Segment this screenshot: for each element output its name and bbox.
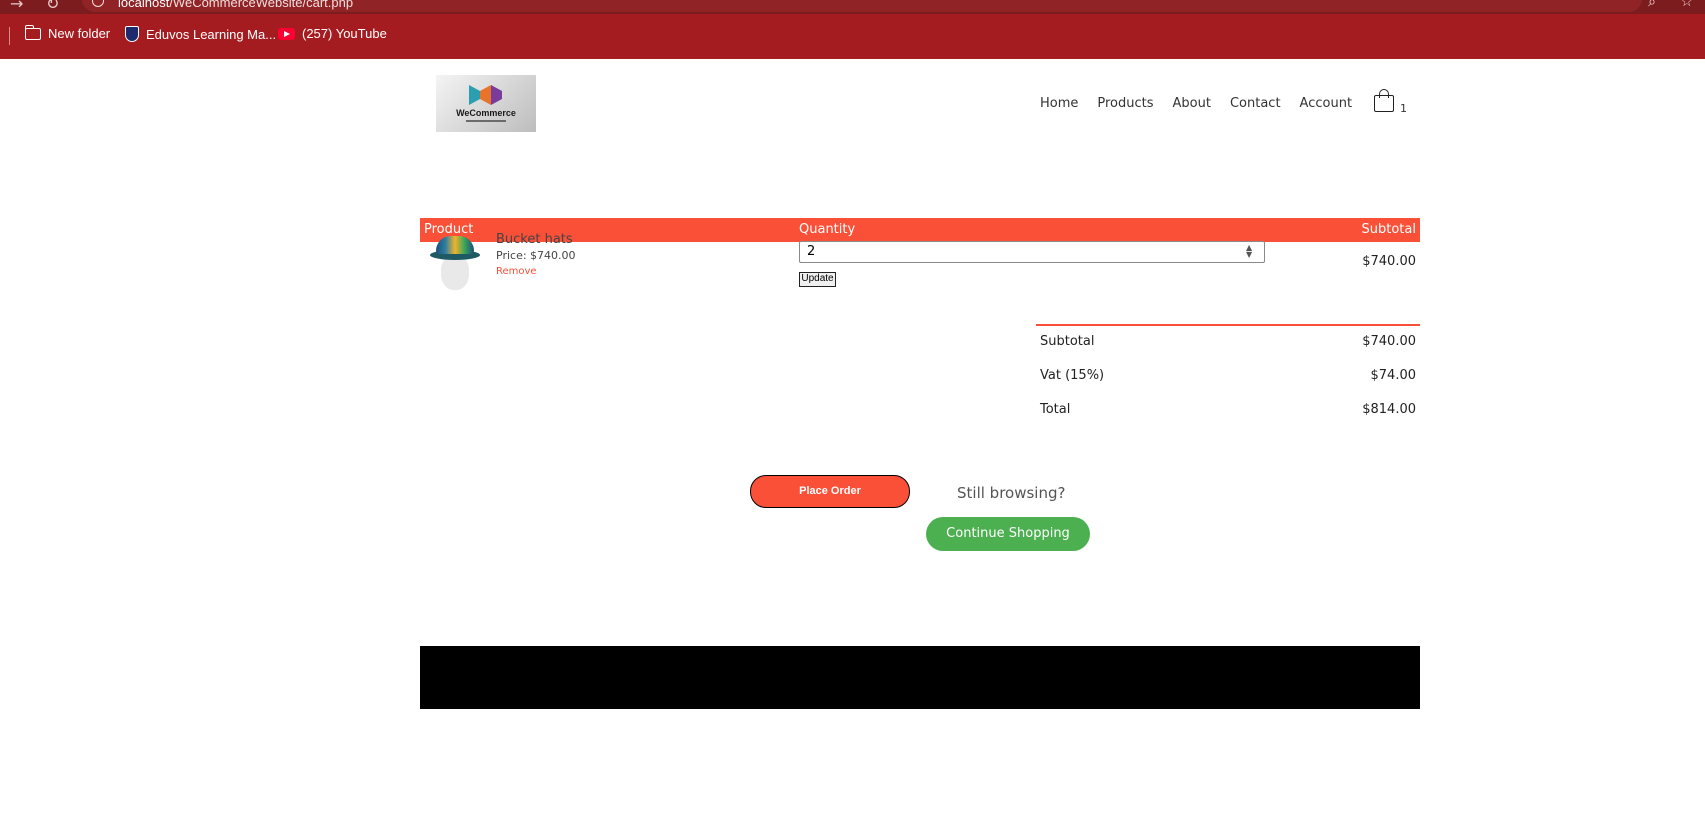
line-subtotal: $740.00	[1362, 254, 1416, 269]
quantity-stepper-icon[interactable]: ▲ ▼	[1246, 244, 1252, 259]
remove-link[interactable]: Remove	[496, 266, 537, 277]
bookmark-label: (257) YouTube	[302, 26, 387, 41]
vat-label: Vat (15%)	[1040, 368, 1105, 383]
continue-shopping-button[interactable]: Continue Shopping	[926, 517, 1090, 551]
footer	[420, 646, 1420, 709]
toolbar-icons[interactable]: ⌕ ☆	[1648, 0, 1693, 10]
forward-icon[interactable]: →	[10, 0, 23, 13]
still-browsing-text: Still browsing?	[957, 484, 1066, 502]
product-price: Price: $740.00	[496, 249, 576, 262]
bookmark-label: Eduvos Learning Ma...	[146, 26, 277, 42]
page-content: WeCommerce Home Products About Contact A…	[0, 59, 1705, 826]
totals-divider	[1036, 324, 1420, 326]
folder-icon	[24, 24, 41, 40]
subtotal-label: Subtotal	[1040, 334, 1095, 349]
product-name: Bucket hats	[496, 232, 573, 247]
bookmark-label: New folder	[48, 26, 111, 41]
bookmark-eduvos[interactable]: Eduvos Learning Ma...	[125, 26, 276, 42]
bookmarks-divider	[9, 27, 10, 45]
bookmark-new-folder[interactable]: New folder	[24, 24, 111, 41]
total-value: $814.00	[1362, 402, 1416, 417]
eduvos-shield-icon	[125, 26, 139, 42]
shopping-bag-icon[interactable]	[1374, 89, 1396, 112]
place-order-button[interactable]: Place Order	[750, 475, 910, 508]
header-subtotal: Subtotal	[1361, 222, 1416, 237]
cart-count: 1	[1400, 102, 1407, 115]
bookmarks-bar: New folder Eduvos Learning Ma... (257) Y…	[0, 14, 1705, 59]
zoom-icon[interactable]: ⌕	[1648, 0, 1656, 10]
nav-account[interactable]: Account	[1300, 96, 1353, 111]
browser-toolbar: → ↻ localhost/WeCommerceWebsite/cart.php…	[0, 0, 1705, 14]
quantity-value: 2	[807, 244, 816, 259]
product-image	[430, 234, 482, 292]
reload-icon[interactable]: ↻	[46, 0, 59, 13]
nav-about[interactable]: About	[1173, 96, 1211, 111]
main-nav: Home Products About Contact Account	[1040, 96, 1371, 111]
update-button[interactable]: Update	[799, 272, 836, 287]
bookmark-star-icon[interactable]: ☆	[1680, 0, 1693, 10]
nav-products[interactable]: Products	[1097, 96, 1153, 111]
total-label: Total	[1040, 402, 1071, 417]
url-text[interactable]: localhost/WeCommerceWebsite/cart.php	[118, 0, 353, 10]
site-logo[interactable]: WeCommerce	[436, 75, 536, 132]
header-quantity: Quantity	[799, 222, 856, 237]
nav-home[interactable]: Home	[1040, 96, 1078, 111]
nav-contact[interactable]: Contact	[1230, 96, 1281, 111]
youtube-icon	[278, 27, 295, 40]
logo-mark-icon	[469, 85, 503, 105]
logo-text: WeCommerce	[456, 108, 516, 118]
subtotal-value: $740.00	[1362, 334, 1416, 349]
logo-tagline-mark	[466, 120, 506, 122]
bookmark-youtube[interactable]: (257) YouTube	[278, 26, 387, 41]
vat-value: $74.00	[1370, 368, 1417, 383]
quantity-input[interactable]: 2	[799, 241, 1265, 263]
